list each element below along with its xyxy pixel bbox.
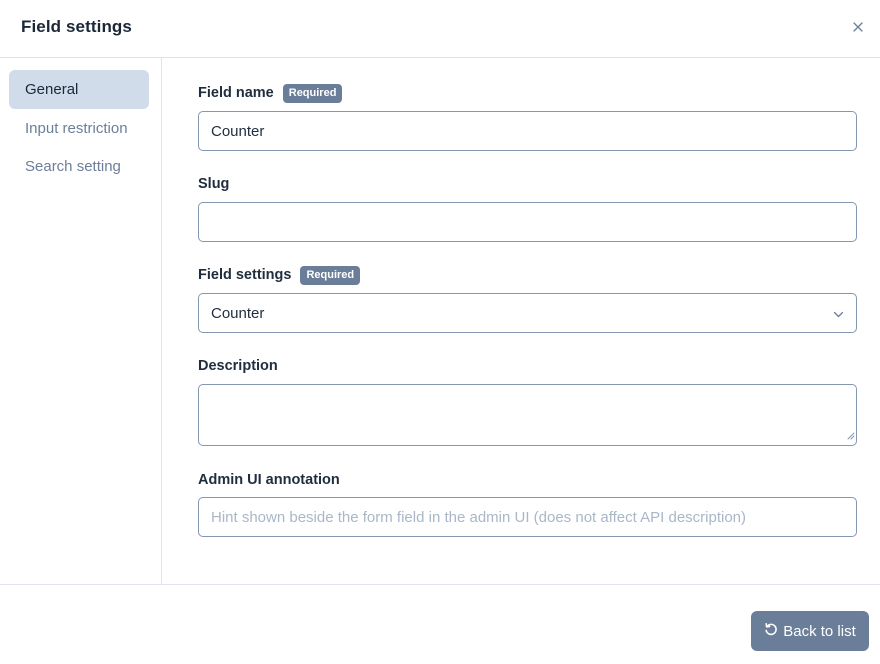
field-settings-value: Counter (211, 304, 265, 322)
back-to-list-label: Back to list (783, 622, 856, 640)
slug-label: Slug (198, 176, 230, 192)
admin-ui-annotation-label: Admin UI annotation (198, 472, 340, 488)
slug-input[interactable] (198, 202, 857, 242)
field-settings-select[interactable]: Counter (198, 293, 857, 333)
field-settings-label: Field settings (198, 267, 292, 283)
sidebar-item-general[interactable]: General (9, 70, 149, 109)
sidebar-item-search-setting[interactable]: Search setting (9, 147, 149, 186)
description-label: Description (198, 358, 278, 374)
admin-ui-annotation-placeholder: Hint shown beside the form field in the … (211, 508, 747, 526)
field-name-label-row: Field name Required (198, 82, 343, 104)
field-name-label: Field name (198, 85, 274, 101)
dialog-header: Field settings (0, 0, 880, 58)
sidebar-item-label: Search setting (25, 158, 121, 175)
dialog-title: Field settings (21, 17, 132, 36)
dialog-footer: Back to list (0, 584, 880, 664)
admin-ui-annotation-label-row: Admin UI annotation (198, 469, 340, 491)
required-badge: Required (282, 83, 343, 103)
sidebar-item-label: General (25, 81, 79, 98)
slug-label-row: Slug (198, 173, 229, 195)
sidebar-item-label: Input restriction (25, 120, 128, 137)
close-button[interactable] (848, 18, 868, 38)
back-to-list-button[interactable]: Back to list (751, 611, 869, 651)
settings-form: Field name Required Counter Slug Field s… (162, 58, 880, 584)
sidebar-item-input-restriction[interactable]: Input restriction (9, 109, 149, 148)
description-label-row: Description (198, 355, 278, 377)
close-icon (853, 19, 863, 37)
required-badge: Required (300, 265, 361, 285)
field-name-value: Counter (211, 122, 265, 140)
resize-handle-icon[interactable] (847, 427, 855, 444)
field-name-input[interactable]: Counter (198, 111, 857, 151)
field-settings-dialog: Field settings General Input restriction… (0, 0, 880, 664)
description-textarea[interactable] (198, 384, 857, 446)
chevron-down-icon (833, 307, 844, 324)
field-settings-label-row: Field settings Required (198, 264, 361, 286)
settings-sidebar: General Input restriction Search setting (0, 58, 162, 584)
admin-ui-annotation-input[interactable]: Hint shown beside the form field in the … (198, 497, 857, 537)
rotate-ccw-icon (764, 622, 778, 640)
